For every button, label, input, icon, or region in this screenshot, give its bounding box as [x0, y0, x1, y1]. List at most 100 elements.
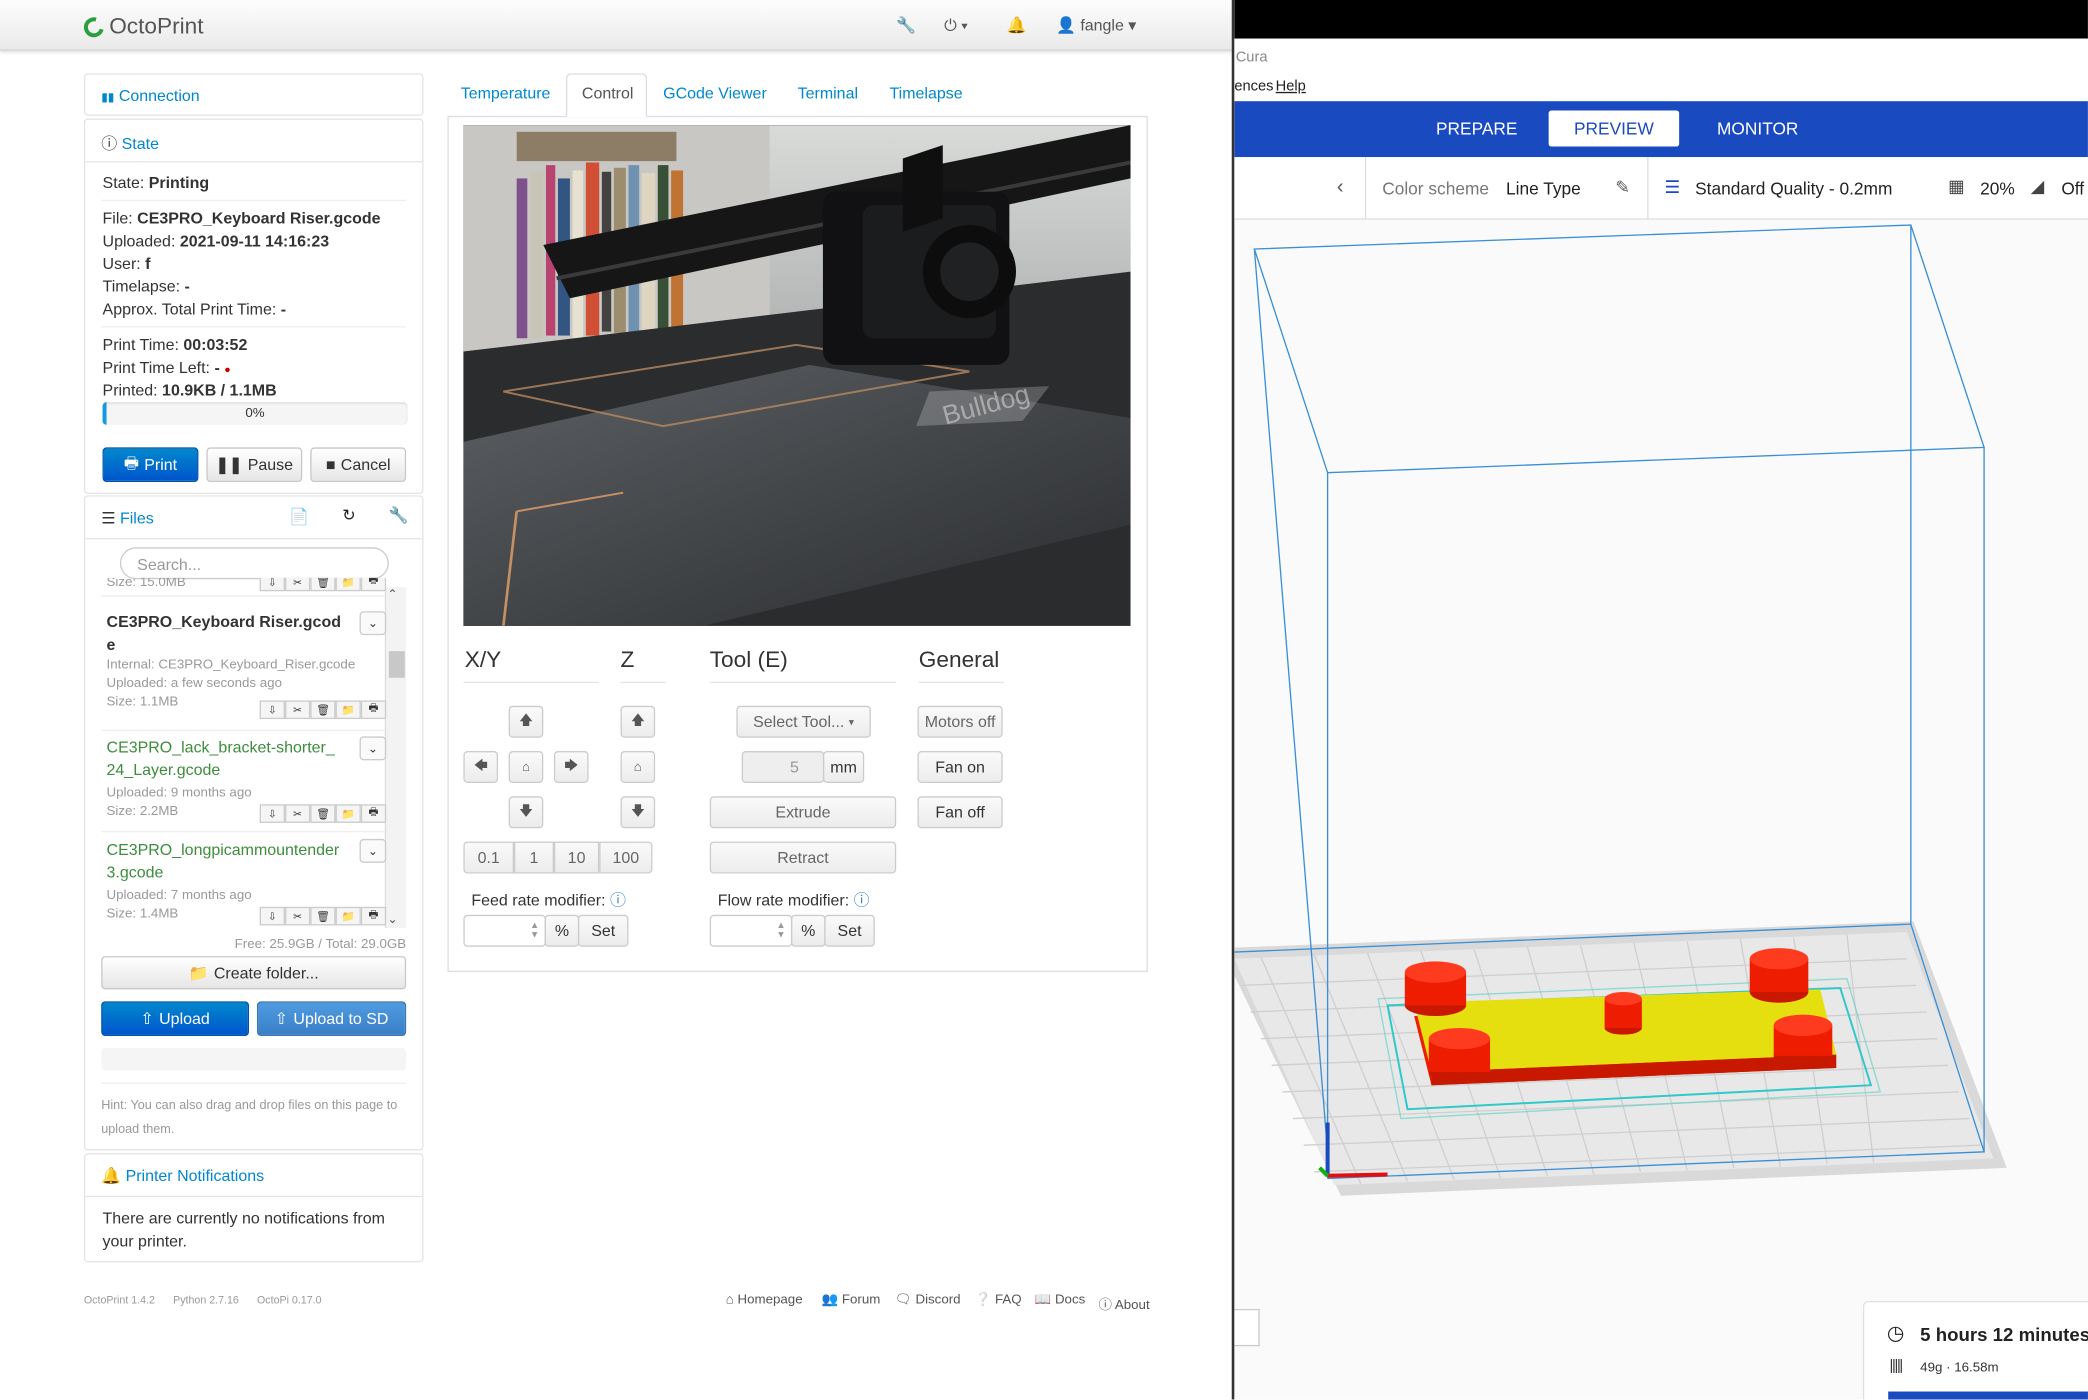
upload-button[interactable]: ⇧ Upload — [101, 1001, 250, 1036]
delete-icon[interactable]: 🗑 — [310, 906, 336, 926]
z-minus-arrow-icon[interactable]: 🡇 — [620, 796, 656, 829]
pause-button[interactable]: ❚❚ Pause — [206, 447, 303, 483]
slice-icon[interactable]: ✂ — [284, 700, 311, 720]
step-10-button[interactable]: 10 — [553, 841, 600, 874]
menu-preferences[interactable]: ences — [1234, 79, 1273, 95]
delete-icon[interactable]: 🗑 — [310, 700, 336, 720]
slice-icon[interactable]: ✂ — [284, 804, 311, 823]
file-expand-chevron-icon[interactable]: ⌄ — [359, 736, 387, 761]
step-1-button[interactable]: 1 — [513, 841, 554, 874]
load-print-icon[interactable]: 🖶 — [360, 804, 387, 823]
flow-rate-set-button[interactable]: Set — [824, 914, 875, 947]
extrude-amount-input[interactable]: 5 — [741, 751, 825, 783]
footer-docs-link[interactable]: 📖 Docs — [1035, 1293, 1086, 1308]
file-name[interactable]: CE3PRO_lack_bracket-shorter_ — [107, 736, 387, 759]
tab-terminal[interactable]: Terminal — [798, 84, 858, 103]
download-icon[interactable]: ⇩ — [259, 906, 285, 926]
edit-pencil-icon[interactable]: ✎ — [1615, 177, 1630, 198]
tab-control[interactable]: Control — [582, 84, 634, 103]
upload-sd-button[interactable]: ⇧ Upload to SD — [256, 1001, 407, 1036]
cancel-button[interactable]: ■ Cancel — [310, 447, 407, 483]
user-menu[interactable]: 👤 fangle ▾ — [1056, 16, 1136, 35]
motors-off-button[interactable]: Motors off — [917, 705, 1003, 738]
file-name[interactable]: CE3PRO_Keyboard Riser.gcod — [107, 611, 387, 634]
estimated-print-time[interactable]: 5 hours 12 minutes — [1920, 1324, 2088, 1345]
tab-timelapse[interactable]: Timelapse — [890, 84, 963, 103]
power-menu-icon[interactable]: ⏻ ▾ — [944, 16, 968, 36]
y-plus-arrow-icon[interactable]: 🡅 — [508, 705, 544, 738]
footer-faq-link[interactable]: ❔ FAQ — [975, 1293, 1022, 1308]
collapse-chevron-left-icon[interactable]: ‹ — [1337, 176, 1344, 199]
feed-info-icon[interactable]: ⓘ — [610, 891, 626, 910]
tab-temperature[interactable]: Temperature — [461, 84, 551, 103]
refresh-icon[interactable]: ↻ — [342, 506, 355, 525]
download-icon[interactable]: ⇩ — [259, 804, 285, 823]
file-item[interactable]: CE3PRO_lack_bracket-shorter_ 24_Layer.gc… — [107, 736, 387, 829]
tab-gcode-viewer[interactable]: GCode Viewer — [663, 84, 767, 103]
file-expand-chevron-icon[interactable]: ⌄ — [359, 611, 387, 636]
file-name-cont[interactable]: 3.gcode — [107, 862, 387, 885]
files-settings-wrench-icon[interactable]: 🔧 — [389, 506, 409, 525]
fan-on-button[interactable]: Fan on — [917, 751, 1003, 783]
x-minus-arrow-icon[interactable]: 🡄 — [463, 751, 499, 783]
quality-profile[interactable]: Standard Quality - 0.2mm — [1695, 178, 1892, 198]
file-item[interactable]: CE3PRO_Keyboard Riser.gcod e Internal: C… — [107, 611, 387, 731]
notifications-header[interactable]: 🔔 Printer Notifications — [85, 1154, 423, 1198]
file-expand-chevron-icon[interactable]: ⌄ — [359, 838, 387, 863]
step-100-button[interactable]: 100 — [599, 841, 653, 874]
step-0.1-button[interactable]: 0.1 — [463, 841, 514, 874]
slice-icon[interactable]: ✂ — [284, 906, 311, 926]
infill-value[interactable]: 20% — [1980, 178, 2015, 198]
footer-homepage-link[interactable]: ⌂ Homepage — [726, 1293, 803, 1308]
delete-icon[interactable]: 🗑 — [310, 804, 336, 823]
scroll-down-icon[interactable]: ⌄ — [387, 912, 397, 927]
support-value[interactable]: Off — [2061, 178, 2084, 198]
flow-rate-input[interactable]: ▲ ▼ — [709, 914, 793, 947]
scrollbar-thumb[interactable] — [388, 651, 405, 678]
settings-wrench-icon[interactable]: 🔧 — [896, 16, 916, 35]
color-scheme-dropdown[interactable]: Line Type — [1506, 178, 1581, 198]
footer-about-link[interactable]: ⓘ About — [1099, 1293, 1150, 1313]
load-icon[interactable]: 📁 — [335, 804, 361, 823]
feed-rate-input[interactable]: ▲ ▼ — [463, 914, 546, 947]
xy-home-icon[interactable]: ⌂ — [508, 751, 544, 783]
file-name[interactable]: CE3PRO_longpicammountender — [107, 839, 387, 862]
create-folder-button[interactable]: 📁 Create folder... — [101, 956, 407, 990]
x-plus-arrow-icon[interactable]: 🡆 — [553, 751, 589, 783]
file-item[interactable]: CE3PRO_longpicammountender 3.gcode Uploa… — [107, 838, 387, 930]
print-button[interactable]: 🖶 Print — [102, 447, 199, 483]
load-icon[interactable]: 📁 — [335, 700, 361, 720]
download-icon[interactable]: ⇩ — [259, 700, 285, 720]
select-tool-dropdown[interactable]: Select Tool... ▾ — [736, 705, 871, 738]
file-search-input[interactable]: Search... — [119, 547, 389, 580]
file-list-scrollbar[interactable]: ⌃ ⌄ — [384, 587, 407, 929]
stage-preview[interactable]: PREVIEW — [1548, 110, 1680, 147]
new-file-icon[interactable]: 📄 — [289, 507, 309, 526]
z-plus-arrow-icon[interactable]: 🡅 — [620, 705, 656, 738]
file-name-cont[interactable]: 24_Layer.gcode — [107, 759, 387, 782]
load-print-icon[interactable]: 🖶 — [360, 700, 387, 720]
connection-header[interactable]: ▮▮ Connection — [85, 75, 422, 118]
files-header[interactable]: ☰ Files 📄 ↻ 🔧 — [85, 497, 423, 540]
y-minus-arrow-icon[interactable]: 🡇 — [508, 796, 544, 829]
notifications-bell-icon[interactable]: 🔔 — [1007, 16, 1027, 35]
menu-help[interactable]: Help — [1276, 79, 1306, 95]
stage-prepare[interactable]: PREPARE — [1423, 111, 1530, 147]
file-name-cont[interactable]: e — [107, 634, 387, 657]
brand[interactable]: OctoPrint — [80, 12, 204, 41]
z-home-icon[interactable]: ⌂ — [620, 751, 656, 783]
stage-monitor[interactable]: MONITOR — [1700, 111, 1815, 147]
extrude-button[interactable]: Extrude — [709, 796, 897, 829]
load-icon[interactable]: 📁 — [335, 906, 361, 926]
feed-rate-set-button[interactable]: Set — [577, 914, 629, 947]
flow-info-icon[interactable]: ⓘ — [854, 891, 870, 910]
footer-discord-link[interactable]: 🗨 Discord — [895, 1293, 961, 1308]
retract-button[interactable]: Retract — [709, 841, 897, 874]
state-header[interactable]: ⓘ State — [85, 120, 423, 163]
save-button-edge[interactable] — [1888, 1391, 2088, 1400]
3d-viewport[interactable] — [1234, 220, 2088, 1400]
load-print-icon[interactable]: 🖶 — [360, 906, 387, 926]
fan-off-button[interactable]: Fan off — [917, 796, 1003, 829]
scroll-up-icon[interactable]: ⌃ — [387, 587, 397, 602]
object-list-toggle[interactable] — [1234, 1308, 1260, 1347]
